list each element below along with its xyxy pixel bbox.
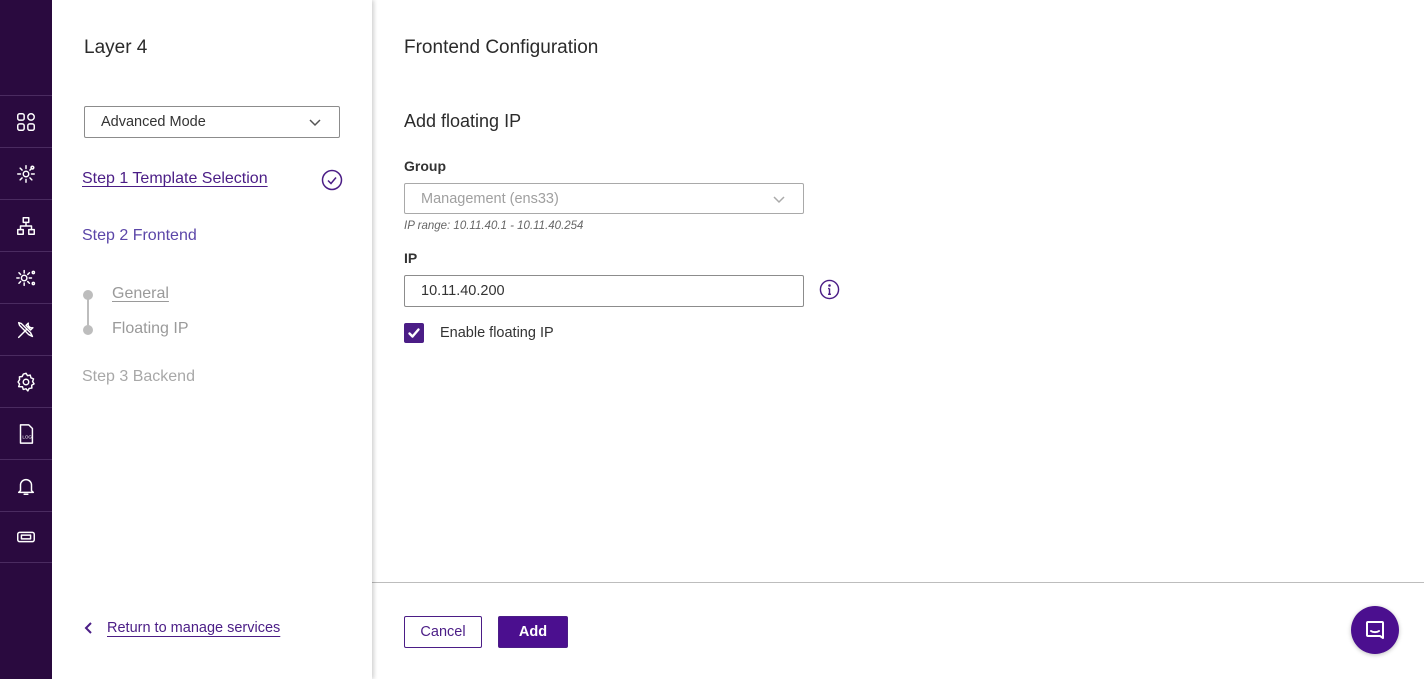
step-2-link[interactable]: Step 2 Frontend	[82, 227, 197, 245]
step-1-complete-icon	[321, 169, 343, 191]
substep-floating-ip[interactable]: Floating IP	[112, 320, 188, 338]
ip-info-button[interactable]	[819, 279, 840, 300]
rail-item-tools[interactable]	[0, 303, 52, 355]
rail-item-dashboard[interactable]	[0, 95, 52, 147]
ticket-icon	[17, 531, 35, 543]
rail-item-logs[interactable]: LOG	[0, 407, 52, 459]
section-title: Add floating IP	[404, 111, 522, 131]
bell-icon	[17, 478, 35, 495]
chevron-left-icon	[84, 622, 92, 634]
cancel-button[interactable]: Cancel	[404, 616, 482, 648]
ip-range-hint: IP range: 10.11.40.1 - 10.11.40.254	[404, 220, 584, 232]
mode-select[interactable]: Advanced Mode	[84, 106, 340, 138]
chat-icon	[1366, 621, 1384, 639]
step-3-link[interactable]: Step 3 Backend	[82, 368, 195, 386]
substep-dot-floating-ip	[83, 325, 93, 335]
checkmark-icon	[408, 328, 420, 338]
enable-floating-ip-label[interactable]: Enable floating IP	[440, 325, 554, 341]
group-select-value: Management (ens33)	[421, 190, 559, 207]
settings-gear-icon	[17, 372, 35, 392]
tools-icon	[17, 321, 34, 338]
info-icon	[819, 279, 840, 300]
group-select[interactable]: Management (ens33)	[404, 183, 804, 214]
sidebar-title: Layer 4	[84, 37, 148, 58]
rail-item-notifications[interactable]	[0, 459, 52, 511]
footer-divider	[372, 582, 1424, 583]
mode-select-value: Advanced Mode	[101, 114, 206, 130]
chat-support-button[interactable]	[1351, 606, 1399, 654]
step-1-link[interactable]: Step 1 Template Selection	[82, 170, 268, 188]
group-label: Group	[404, 158, 446, 174]
substep-general-link[interactable]: General	[112, 285, 169, 303]
gear-network-icon	[17, 164, 35, 183]
return-link-label: Return to manage services	[107, 620, 281, 636]
rail-item-settings[interactable]	[0, 355, 52, 407]
rail-item-license[interactable]	[0, 511, 52, 563]
ip-label: IP	[404, 250, 418, 266]
add-button[interactable]: Add	[498, 616, 568, 648]
network-topology-icon	[17, 216, 35, 235]
rail-item-services[interactable]	[0, 251, 52, 303]
icon-rail: LOG	[0, 0, 52, 679]
substep-dot-general	[83, 290, 93, 300]
rail-item-system[interactable]	[0, 147, 52, 199]
dashboard-grid-icon	[17, 112, 35, 131]
check-circle-icon	[321, 169, 343, 191]
wizard-sidebar: Layer 4 Advanced Mode Step 1 Template Se…	[52, 0, 372, 679]
page-title: Frontend Configuration	[404, 37, 599, 58]
enable-floating-ip-checkbox[interactable]	[404, 323, 424, 343]
chevron-down-icon	[309, 119, 321, 127]
log-file-icon: LOG	[19, 423, 34, 444]
chevron-down-icon	[773, 195, 785, 203]
services-gear-icon	[16, 269, 36, 286]
ip-input[interactable]	[404, 275, 804, 307]
return-to-services-link[interactable]: Return to manage services	[82, 620, 280, 636]
log-icon-text: LOG	[22, 434, 32, 439]
rail-item-network[interactable]	[0, 199, 52, 251]
